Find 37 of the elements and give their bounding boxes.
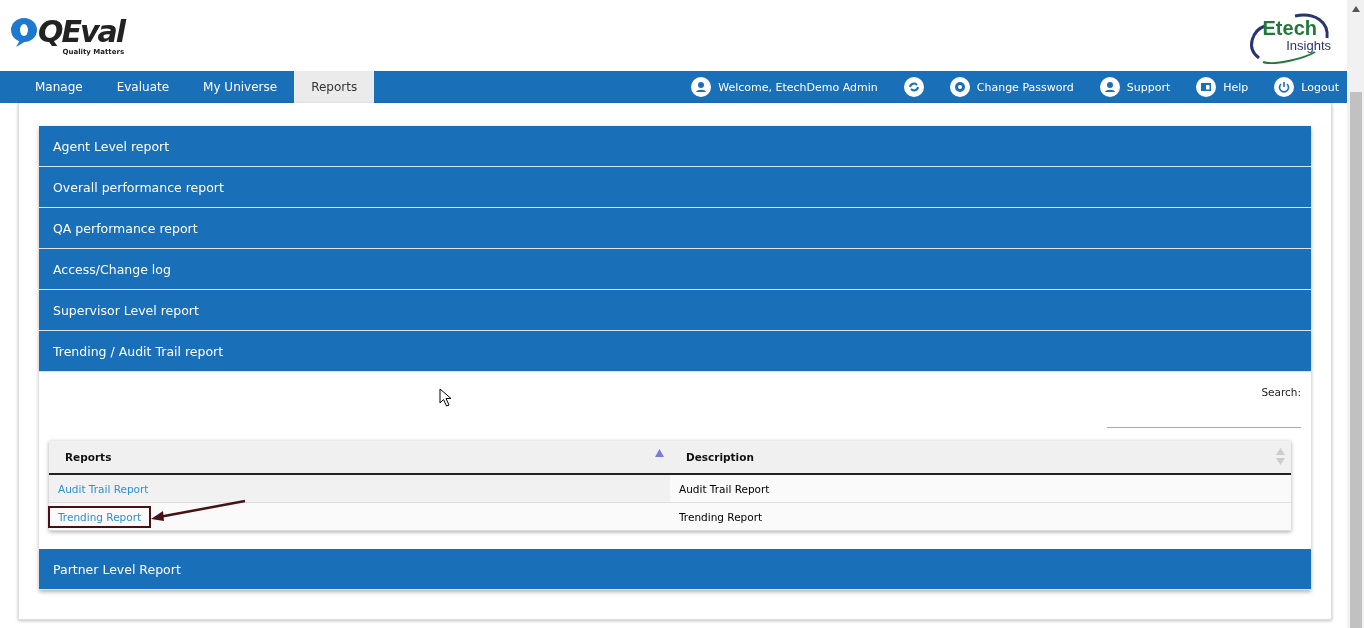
user-icon xyxy=(691,77,712,97)
accordion-header[interactable]: Trending / Audit Trail report xyxy=(39,331,1311,372)
nav-tab[interactable]: My Universe xyxy=(186,71,295,103)
partner-logo-subtitle: Insights xyxy=(1286,38,1331,53)
refresh-icon xyxy=(903,77,924,97)
nav-link[interactable]: Help xyxy=(1188,71,1257,103)
accordion-header[interactable]: Access/Change log xyxy=(39,249,1311,290)
scrollbar-thumb[interactable] xyxy=(1349,92,1362,628)
column-header[interactable]: Description xyxy=(670,441,1291,474)
scrollbar[interactable] xyxy=(1347,0,1364,628)
accordion-header[interactable]: Supervisor Level report xyxy=(39,290,1311,331)
nav-link[interactable]: Welcome, EtechDemo Admin xyxy=(683,71,886,103)
user-icon xyxy=(1099,77,1120,97)
table-cell: Audit Trail Report xyxy=(670,474,1291,503)
power-icon xyxy=(1274,77,1295,97)
scroll-up-icon[interactable] xyxy=(1351,6,1360,12)
settings-icon xyxy=(949,77,970,97)
partner-logo-name: Etech xyxy=(1262,18,1317,38)
column-header[interactable]: Reports xyxy=(49,441,670,474)
accordion-header[interactable]: Overall performance report xyxy=(39,167,1311,208)
nav-link[interactable]: Logout xyxy=(1266,71,1347,103)
help-icon xyxy=(1196,77,1217,97)
accordion-header[interactable]: Partner Level Report xyxy=(39,549,1311,590)
nav-link[interactable]: Change Password xyxy=(941,71,1082,103)
accordion-header[interactable]: Agent Level report xyxy=(39,126,1311,167)
report-link[interactable]: Trending Report xyxy=(50,507,150,526)
accordion-header[interactable]: QA performance report xyxy=(39,208,1311,249)
nav-link[interactable]: Support xyxy=(1091,71,1179,103)
report-link[interactable]: Audit Trail Report xyxy=(50,479,157,498)
table-cell: Trending Report xyxy=(670,502,1291,531)
speech-bubble-icon xyxy=(10,15,38,48)
search-label: Search: xyxy=(1261,386,1301,398)
mouse-cursor-icon xyxy=(439,388,452,407)
nav-tab[interactable]: Reports xyxy=(294,71,375,103)
nav-tab[interactable]: Evaluate xyxy=(99,71,187,103)
logo-name: QEval xyxy=(38,15,125,48)
nav-tab[interactable]: Manage xyxy=(18,71,100,103)
